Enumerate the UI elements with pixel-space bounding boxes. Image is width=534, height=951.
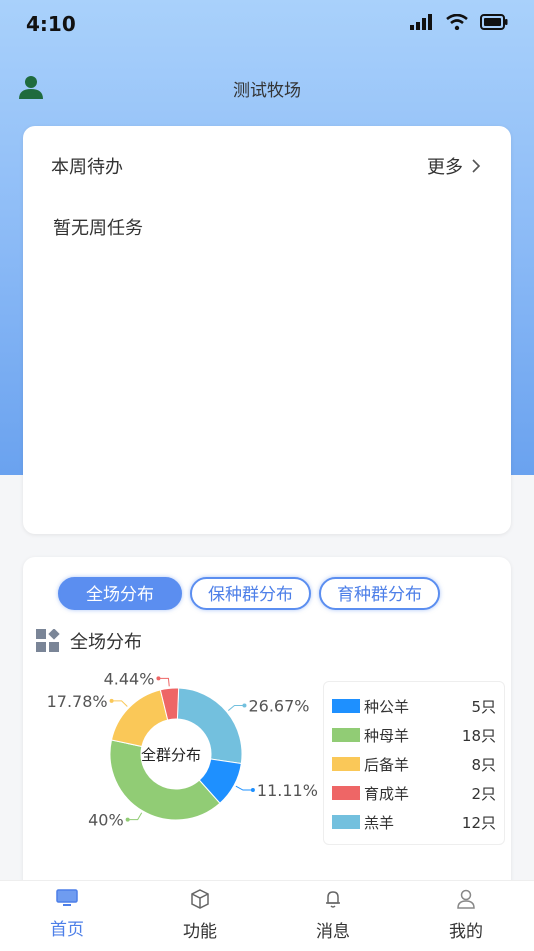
monitor-icon: [56, 889, 78, 906]
legend-item: 后备羊 8只: [332, 752, 496, 776]
legend-swatch: [332, 757, 360, 771]
pie-center-label: 全群分布: [141, 746, 201, 764]
legend-name: 育成羊: [364, 784, 410, 803]
todo-empty-text: 暂无周任务: [53, 218, 143, 239]
tab-breeding-group[interactable]: 育种群分布: [319, 577, 440, 610]
label-dot: [109, 698, 114, 703]
legend-swatch: [332, 699, 360, 713]
farm-title[interactable]: 测试牧场: [0, 76, 534, 101]
distribution-card: 全场分布 保种群分布 育种群分布 全场分布 26.67% 11.11% 40% 17.…: [23, 557, 511, 897]
tabbar-mine[interactable]: 我的: [426, 889, 506, 942]
label-dot: [125, 817, 130, 822]
todo-title: 本周待办: [51, 157, 123, 178]
label-leader-line: [227, 704, 245, 711]
chart-legend: 种公羊 5只种母羊 18只后备羊 8只育成羊 2只羔羊 12只: [323, 681, 505, 845]
distribution-tabs: 全场分布 保种群分布 育种群分布: [58, 577, 440, 610]
dashboard-grid-icon: [36, 629, 60, 652]
pie-percent-label: 40%: [88, 811, 124, 830]
todo-more-label: 更多: [427, 157, 463, 178]
legend-swatch: [332, 786, 360, 800]
cube-icon: [191, 889, 209, 909]
legend-item: 种母羊 18只: [332, 723, 496, 747]
status-bar: 4:10: [0, 0, 534, 52]
legend-count: 8只: [471, 755, 496, 774]
tabbar-home-label: 首页: [50, 920, 84, 940]
bottom-tab-bar: 首页 功能 消息 我的: [0, 880, 534, 951]
label-dot: [250, 788, 255, 793]
tab-conservation-group[interactable]: 保种群分布: [190, 577, 311, 610]
legend-count: 18只: [461, 726, 496, 745]
label-dot: [156, 676, 161, 681]
legend-count: 12只: [461, 813, 496, 832]
label-leader-line: [235, 785, 253, 791]
legend-name: 后备羊: [364, 755, 410, 774]
legend-name: 种公羊: [364, 697, 410, 716]
legend-name: 羔羊: [364, 813, 395, 832]
tabbar-functions[interactable]: 功能: [160, 889, 240, 942]
label-leader-line: [111, 700, 128, 707]
pie-chart: 26.67% 11.11% 40% 17.78% 4.44% 全群分布: [47, 669, 318, 830]
legend-name: 种母羊: [364, 726, 410, 745]
pie-percent-label: 17.78%: [47, 692, 108, 711]
weekly-todo-card: 本周待办 更多 暂无周任务: [23, 126, 511, 534]
legend-swatch: [332, 728, 360, 742]
legend-count: 5只: [471, 697, 496, 716]
pie-slice[interactable]: [110, 689, 169, 748]
label-leader-line: [127, 812, 143, 821]
chevron-right-icon: [472, 159, 481, 173]
section-title: 全场分布: [36, 628, 142, 654]
tabbar-functions-label: 功能: [183, 922, 217, 942]
app-header: 测试牧场: [0, 62, 534, 112]
bell-icon: [326, 891, 340, 908]
status-icons: [410, 14, 508, 30]
legend-count: 2只: [471, 784, 496, 803]
user-icon: [457, 889, 475, 909]
legend-item: 羔羊 12只: [332, 810, 496, 834]
label-leader-line: [158, 677, 170, 687]
pie-percent-label: 26.67%: [248, 696, 309, 715]
legend-swatch: [332, 815, 360, 829]
tabbar-messages[interactable]: 消息: [293, 889, 373, 942]
todo-more-link[interactable]: 更多: [427, 153, 481, 179]
wifi-icon: [446, 14, 468, 30]
section-title-label: 全场分布: [70, 632, 142, 653]
tabbar-messages-label: 消息: [316, 922, 350, 942]
pie-percent-label: 11.11%: [257, 781, 318, 800]
signal-icon: [410, 14, 432, 30]
pie-percent-label: 4.44%: [104, 669, 155, 688]
tabbar-mine-label: 我的: [449, 922, 483, 942]
status-time: 4:10: [26, 12, 76, 36]
legend-item: 种公羊 5只: [332, 694, 496, 718]
battery-icon: [480, 14, 508, 30]
label-dot: [242, 703, 247, 708]
tabbar-home[interactable]: 首页: [27, 889, 107, 940]
legend-item: 育成羊 2只: [332, 781, 496, 805]
tab-all-farm[interactable]: 全场分布: [58, 577, 182, 610]
